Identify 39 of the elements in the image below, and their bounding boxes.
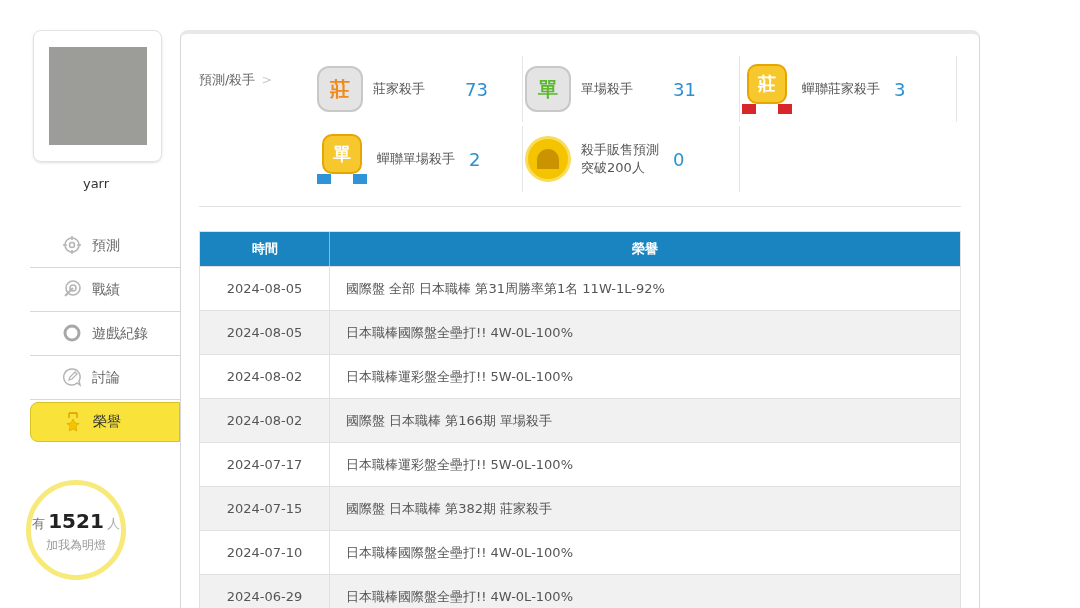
menu-item[interactable]: 預測 bbox=[30, 223, 180, 268]
pencil-bubble-icon bbox=[62, 367, 82, 387]
table-cell-text: 國際盤 日本職棒 第166期 單場殺手 bbox=[345, 411, 554, 430]
table-cell-text: 日本職棒國際盤全壘打!! 4W-0L-100% bbox=[345, 323, 574, 342]
badge-count: 2 bbox=[469, 147, 481, 172]
crosshair-icon bbox=[62, 235, 82, 255]
table-cell-text: 日本職棒國際盤全壘打!! 4W-0L-100% bbox=[345, 543, 574, 562]
table-cell-text: 國際盤 日本職棒 第382期 莊家殺手 bbox=[345, 499, 554, 518]
table-cell-text: 日本職棒國際盤全壘打!! 4W-0L-100% bbox=[345, 587, 574, 606]
fan-count: 1521 bbox=[48, 507, 104, 535]
hexagon-badge-icon: 單 bbox=[525, 66, 571, 112]
badge-count: 0 bbox=[673, 147, 685, 172]
table-cell-text: 日本職棒運彩盤全壘打!! 5W-0L-100% bbox=[345, 455, 574, 474]
badge-count: 3 bbox=[894, 77, 906, 102]
badge-label: 殺手販售預測突破200人 bbox=[581, 141, 660, 177]
coin-badge-icon bbox=[525, 136, 571, 182]
breadcrumb-arrow: > bbox=[261, 71, 273, 89]
breadcrumb[interactable]: 預測/殺手 bbox=[199, 70, 256, 196]
table-cell: 2024-06-29 bbox=[200, 575, 330, 608]
star-icon bbox=[63, 411, 83, 432]
badge-count: 73 bbox=[465, 77, 488, 102]
badge-label: 蟬聯莊家殺手 bbox=[802, 80, 881, 98]
menu-item[interactable]: 討論 bbox=[30, 355, 180, 400]
ring-icon bbox=[62, 323, 82, 343]
hexagon-badge-icon: 莊 bbox=[317, 66, 363, 112]
badge-label: 莊家殺手 bbox=[373, 80, 426, 98]
menu-item[interactable]: 榮譽 bbox=[30, 401, 180, 442]
badge-label: 單場殺手 bbox=[581, 80, 634, 98]
menu-item[interactable]: 戰績 bbox=[30, 267, 180, 312]
table-cell-text: 日本職棒運彩盤全壘打!! 5W-0L-100% bbox=[345, 367, 574, 386]
menu-item[interactable]: 遊戲紀錄 bbox=[30, 311, 180, 356]
fan-prefix: 有 bbox=[32, 514, 46, 533]
username: yarr bbox=[81, 175, 111, 193]
fan-suffix: 人 bbox=[106, 514, 120, 533]
fan-caption: 加我為明燈 bbox=[46, 536, 106, 554]
badge-count: 31 bbox=[673, 77, 696, 102]
column-header: 榮譽 bbox=[631, 240, 659, 259]
badge-label: 蟬聯單場殺手 bbox=[377, 150, 456, 168]
table-cell-text: 國際盤 全部 日本職棒 第31周勝率第1名 11W-1L-92% bbox=[345, 279, 666, 298]
